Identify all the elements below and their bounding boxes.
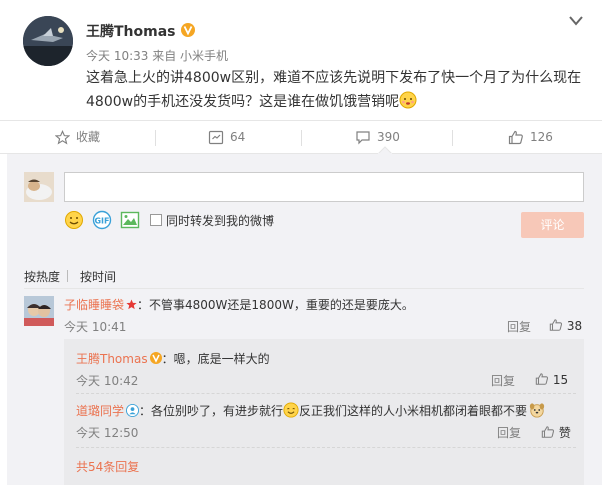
commenter-name[interactable]: 子临睡睡袋 (64, 298, 124, 312)
comment-text: ：不管事4800W还是1800W，重要的还是要庞大。 (137, 298, 414, 312)
comment-icon (356, 130, 370, 144)
thumbs-up-icon (508, 130, 523, 144)
divider (24, 288, 584, 289)
reply-like-button[interactable]: 赞 (541, 424, 571, 441)
submit-comment-button[interactable]: 评论 (521, 212, 584, 238)
blue-badge-icon (126, 404, 140, 417)
favorite-button[interactable]: 收藏 (55, 121, 100, 153)
verified-badge-icon (180, 23, 195, 37)
thumbs-up-icon (541, 426, 555, 438)
comment-time: 今天 10:41 (64, 320, 127, 334)
thumbs-up-icon (535, 373, 549, 385)
post-time: 今天 10:33 来自 小米手机 (86, 49, 229, 63)
sort-by-time[interactable]: 按时间 (80, 268, 116, 285)
reply-reply-button[interactable]: 回复 (497, 424, 521, 441)
reply-time: 今天 10:42 (76, 374, 139, 388)
comment-like-button[interactable]: 38 (549, 318, 582, 333)
comment-reply-button[interactable]: 回复 (507, 318, 531, 335)
author-avatar[interactable] (23, 16, 73, 66)
svg-text:GIF: GIF (94, 217, 109, 226)
my-avatar (24, 172, 54, 202)
gif-icon[interactable]: GIF (92, 210, 112, 230)
image-icon[interactable] (120, 210, 140, 230)
more-replies-link[interactable]: 共54条回复 (76, 458, 139, 475)
like-button[interactable]: 126 (508, 121, 553, 153)
reply-author[interactable]: 道璐同学 (76, 404, 124, 418)
comment-input[interactable] (64, 172, 584, 202)
red-star-icon (126, 299, 137, 310)
repost-icon (208, 130, 224, 144)
reply-author[interactable]: 王腾Thomas (76, 352, 148, 366)
emoji-shy-icon (399, 91, 417, 109)
sort-by-hot[interactable]: 按热度 (24, 268, 60, 285)
star-icon (55, 129, 70, 145)
action-bar: 收藏 64 390 126 (0, 120, 602, 154)
panel-pointer (378, 146, 392, 154)
commenter-avatar[interactable] (24, 296, 54, 326)
emoji-dog-icon (529, 403, 545, 418)
post-content: 这着急上火的讲4800w区别，难道不应该先说明下发布了快一个月了为什么现在480… (86, 70, 582, 110)
thumbs-up-icon (549, 319, 563, 331)
reply-reply-button[interactable]: 回复 (491, 372, 515, 389)
chevron-down-icon[interactable] (568, 15, 584, 27)
emoji-picker-icon[interactable] (64, 210, 84, 230)
repost-label: 同时转发到我的微博 (166, 214, 275, 228)
reply-line: 王腾Thomas ：嗯，底是一样大的 (76, 352, 270, 366)
comment-line: 子临睡睡袋 ：不管事4800W还是1800W，重要的还是要庞大。 (64, 296, 414, 313)
repost-button[interactable]: 64 (208, 121, 245, 153)
verified-badge-icon (149, 352, 162, 364)
reply-like-button[interactable]: 15 (535, 372, 568, 387)
repost-checkbox[interactable] (150, 214, 162, 226)
reply-time: 今天 12:50 (76, 426, 139, 440)
emoji-smile-icon (283, 402, 299, 418)
author-name[interactable]: 王腾Thomas (86, 21, 195, 41)
reply-line: 道璐同学 ：各位别吵了，有进步就行 反正我们这样的人小米相机都闭着眼都不要 (76, 402, 545, 419)
